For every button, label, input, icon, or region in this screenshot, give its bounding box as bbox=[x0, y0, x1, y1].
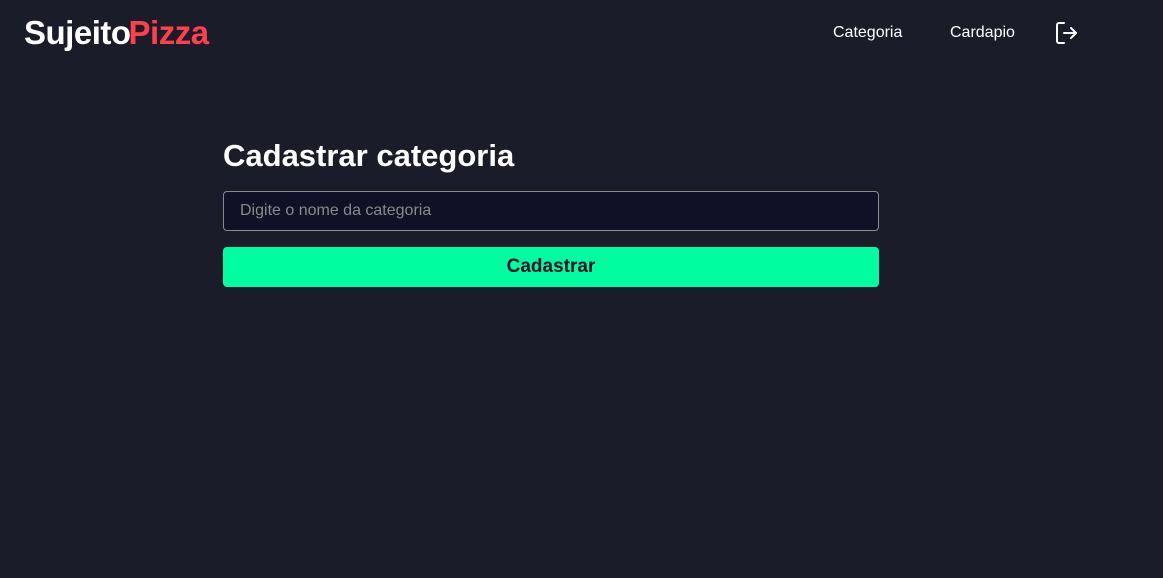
nav-link-categoria[interactable]: Categoria bbox=[833, 20, 902, 46]
category-form: Cadastrar bbox=[223, 191, 879, 287]
log-out-icon bbox=[1054, 20, 1080, 46]
header: Sujeito Pizza Categoria Cardapio bbox=[0, 0, 1163, 66]
logo[interactable]: Sujeito Pizza bbox=[24, 11, 209, 55]
logout-button[interactable] bbox=[1054, 20, 1080, 46]
nav-link-cardapio[interactable]: Cardapio bbox=[950, 20, 1015, 46]
main-content: Cadastrar categoria Cadastrar bbox=[223, 134, 879, 287]
app-root: Sujeito Pizza Categoria Cardapio Cadastra… bbox=[0, 0, 1163, 578]
category-name-input[interactable] bbox=[223, 191, 879, 231]
page-title: Cadastrar categoria bbox=[223, 138, 515, 173]
logo-text-primary: Sujeito bbox=[24, 14, 131, 51]
cadastrar-button[interactable]: Cadastrar bbox=[223, 247, 879, 287]
logo-text-accent: Pizza bbox=[128, 14, 210, 51]
